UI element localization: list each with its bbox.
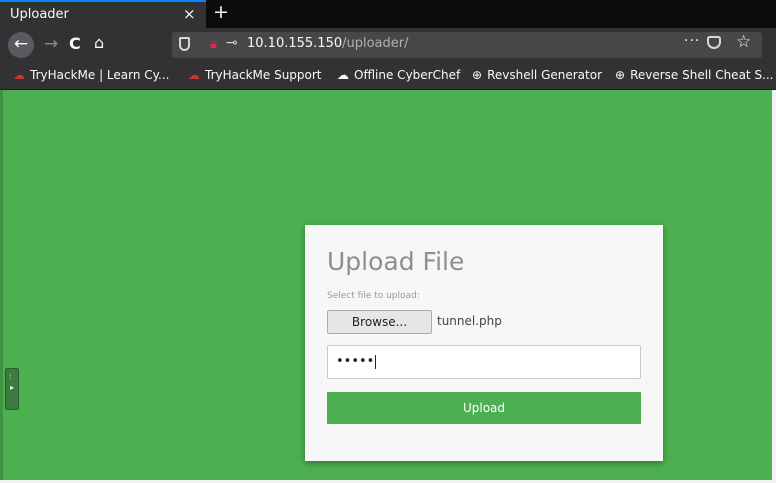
tab-title: Uploader: [10, 7, 69, 22]
navigation-toolbar: ← → C ⌂ 🔒︎ ⊸ 10.10.155.150/uploader/ ···…: [0, 28, 776, 62]
bookmarks-toolbar: ☁ TryHackMe | Learn Cy... ☁ TryHackMe Supp…: [0, 62, 776, 90]
page-actions-icon[interactable]: ···: [684, 33, 700, 49]
bookmark-label: Revshell Generator: [487, 68, 603, 82]
insecure-lock-icon[interactable]: 🔒︎: [210, 37, 217, 52]
url-path: /uploader/: [342, 36, 409, 51]
tab-uploader[interactable]: Uploader ×: [0, 0, 206, 28]
bookmark-item[interactable]: ☁ TryHackMe | Learn Cy...: [13, 68, 170, 82]
bookmark-label: Offline CyberChef: [354, 68, 461, 82]
address-bar[interactable]: 🔒︎ ⊸ 10.10.155.150/uploader/ ··· ☆: [172, 32, 762, 58]
tryhackme-icon: ☁: [188, 68, 200, 82]
password-value: •••••: [336, 354, 375, 369]
page-right-border: [772, 90, 776, 483]
expand-arrow-icon: ▸: [10, 383, 15, 392]
selected-file-name: tunnel.php: [437, 314, 502, 328]
url-text[interactable]: 10.10.155.150/uploader/: [247, 36, 409, 51]
pocket-icon[interactable]: [707, 36, 721, 49]
forward-button[interactable]: →: [44, 34, 58, 54]
new-tab-button[interactable]: +: [210, 0, 232, 26]
reload-button[interactable]: C: [69, 34, 81, 53]
page-left-border: [0, 90, 3, 483]
grip-dots-icon: ⁞: [9, 372, 12, 381]
bookmark-item[interactable]: ⊕ Revshell Generator: [472, 68, 602, 82]
password-field[interactable]: •••••: [327, 345, 641, 379]
home-button[interactable]: ⌂: [94, 33, 104, 52]
bookmark-star-icon[interactable]: ☆: [736, 32, 751, 52]
globe-icon: ⊕: [472, 68, 483, 82]
bookmark-item[interactable]: ⊕ Reverse Shell Cheat S...: [615, 68, 774, 82]
bookmark-item[interactable]: ☁ TryHackMe Support: [188, 68, 322, 82]
bookmark-label: TryHackMe | Learn Cy...: [30, 68, 170, 82]
page-title: Upload File: [327, 247, 465, 276]
file-select-label: Select file to upload:: [327, 291, 420, 301]
tab-strip: Uploader × +: [0, 0, 776, 28]
bookmark-item[interactable]: ☁ Offline CyberChef: [337, 68, 460, 82]
bookmark-label: TryHackMe Support: [205, 68, 322, 82]
browse-button[interactable]: Browse...: [327, 310, 432, 334]
text-caret: [375, 354, 377, 369]
key-icon[interactable]: ⊸: [226, 35, 238, 51]
upload-button[interactable]: Upload: [327, 392, 641, 424]
tab-close-icon[interactable]: ×: [183, 5, 196, 23]
tryhackme-icon: ☁: [13, 68, 25, 82]
url-host: 10.10.155.150: [247, 36, 343, 51]
tracking-protection-shield-icon[interactable]: [179, 37, 190, 51]
bookmark-label: Reverse Shell Cheat S...: [630, 68, 774, 82]
back-button[interactable]: ←: [8, 32, 34, 58]
globe-icon: ⊕: [615, 68, 626, 82]
sidebar-toggle-handle[interactable]: ⁞ ▸: [5, 368, 19, 410]
upload-card: Upload File Select file to upload: Brows…: [305, 225, 663, 461]
chef-hat-icon: ☁: [337, 68, 349, 82]
